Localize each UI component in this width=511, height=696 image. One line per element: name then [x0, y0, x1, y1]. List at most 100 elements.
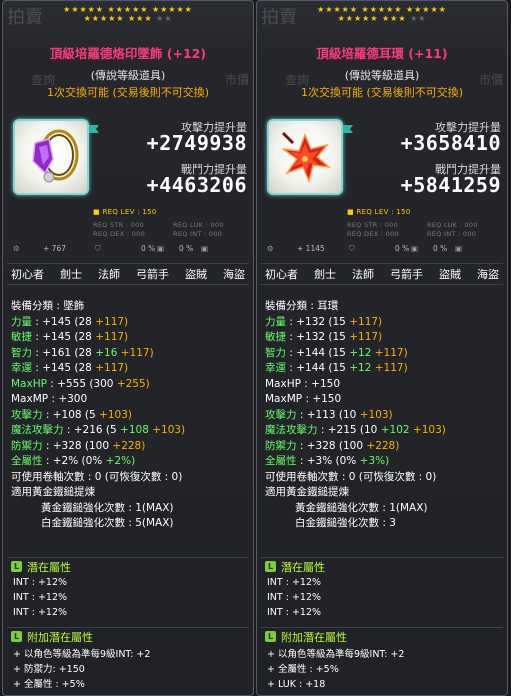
potential-lines: INT : +12% INT : +12% INT : +12% [13, 575, 249, 620]
stat-maxmp: MaxMP : +300 [11, 393, 88, 405]
stat-str: 力量 : +132 (15 +117) [265, 315, 383, 328]
pendant-icon [32, 129, 79, 183]
trade-info: 1次交換可能 (交易後則不可交換) [46, 86, 210, 99]
gold-hammer-count: 黃金鐵鎚強化次數 : 1(MAX) [41, 501, 174, 514]
stat-luk: 幸運 : +145 (28 +117) [11, 362, 129, 374]
job-pirate: 海盜 [223, 268, 245, 281]
job-mage: 法師 [352, 268, 374, 281]
bonus-potential-line: + 全屬性 : +5% [267, 664, 339, 675]
upgrade-slots: 可使用卷軸次數 : 0 (可恢復次數 : 0) [265, 470, 437, 483]
item-title: 頂級培羅德烙印墜飾 (+12) [49, 46, 207, 61]
mini-value-2: 0 % [395, 244, 410, 253]
white-hammer-count: 白金鐵鎚強化次數 : 5(MAX) [41, 517, 174, 529]
job-thief: 盜賊 [185, 268, 207, 281]
bonus-potential-header: L 附加潛在屬性 [7, 627, 249, 645]
earring-icon [281, 131, 332, 184]
gear-icon: ⚙ [267, 244, 274, 253]
bonus-potential-header: L 附加潛在屬性 [261, 627, 503, 645]
req-luk: REQ LUK : 000 [427, 221, 478, 229]
potential-header: L 潛在屬性 [7, 557, 249, 575]
stat-maxhp: MaxHP : +555 (300 +255) [11, 377, 150, 390]
job-warrior: 劍士 [314, 268, 336, 281]
potential-line: INT : +12% [13, 577, 68, 588]
mini-info-row: ⚙ + 1145 ⛉ 0 % ▣ 0 % ▣ [263, 241, 501, 257]
potential-line: INT : +12% [267, 577, 322, 588]
star-row-top: ★★★★★ ★★★★★ ★★★★★ [63, 5, 193, 14]
potential-line: INT : +12% [13, 592, 68, 603]
stat-maxmp: MaxMP : +150 [265, 393, 342, 405]
star-force-rating: ★★★★★ ★★★★★ ★★★★★ ★★★★★ ★★★ ★★ [3, 5, 253, 23]
req-level: ■ REQ LEV : 150 [347, 208, 411, 216]
mini-info-row: ⚙ + 767 ⛉ 0 % ▣ 0 % ▣ [9, 241, 247, 257]
upgrade-slots: 可使用卷軸次數 : 0 (可恢復次數 : 0) [11, 470, 183, 483]
job-warrior: 劍士 [60, 268, 82, 281]
slot-icon: ▣ [201, 244, 209, 253]
item-grade: (傳說等級道具) [90, 69, 166, 82]
legendary-potential-icon: L [265, 561, 276, 572]
star-row-top: ★★★★★ ★★★★★ ★★★★★ [317, 5, 447, 14]
star-row-bottom-empty: ★★ [410, 14, 427, 23]
stat-attack: 攻擊力 : +113 (10 +103) [265, 408, 393, 421]
job-beginner: 初心者 [11, 268, 44, 281]
item-icon-frame [13, 119, 89, 195]
bonus-potential-lines: + 以角色等級為準每9級INT: +2 + 防禦力: +150 + 全屬性 : … [13, 647, 249, 692]
potential-line: INT : +12% [13, 607, 68, 618]
attack-increase-value: +2749938 [146, 131, 247, 155]
req-str: REQ STR : 000 [347, 221, 399, 229]
bookmark-flag-icon [89, 125, 99, 133]
star-row-bottom-filled: ★★★★★ ★★★ [337, 14, 407, 23]
legendary-potential-icon: L [265, 631, 276, 642]
stat-all-stat: 全屬性 : +2% (0% +2%) [11, 455, 136, 467]
stat-defense: 防禦力 : +328 (100 +228) [11, 439, 146, 452]
stat-list: 裝備分類 : 墜飾 力量 : +145 (28 +117) 敏捷 : +145 … [11, 299, 249, 532]
stat-dex: 敏捷 : +132 (15 +117) [265, 331, 383, 343]
stat-int: 智力 : +144 (15 +12 +117) [265, 346, 408, 359]
job-beginner: 初心者 [265, 268, 298, 281]
req-luk: REQ LUK : 000 [173, 221, 224, 229]
req-int: REQ INT : 000 [173, 230, 223, 238]
slot-icon: ▣ [455, 244, 463, 253]
stat-list: 裝備分類 : 耳環 力量 : +132 (15 +117) 敏捷 : +132 … [265, 299, 503, 532]
attack-increase-value: +3658410 [400, 131, 501, 155]
white-hammer-count: 白金鐵鎚強化次數 : 3 [295, 517, 396, 529]
stat-magic-attack: 魔法攻擊力 : +215 (10 +102 +103) [265, 424, 446, 436]
stat-int: 智力 : +161 (28 +16 +117) [11, 346, 154, 359]
equip-category: 裝備分類 : 墜飾 [11, 300, 85, 312]
req-dex: REQ DEX : 000 [347, 230, 399, 238]
mini-value-2: 0 % [141, 244, 156, 253]
potential-lines: INT : +12% INT : +12% INT : +12% [267, 575, 503, 620]
stat-all-stat: 全屬性 : +3% (0% +3%) [265, 455, 390, 467]
item-tooltip-earring: 拍賣 查詢 市價 ★★★★★ ★★★★★ ★★★★★ ★★★★★ ★★★ ★★ … [256, 0, 508, 696]
mini-value-3: 0 % [433, 244, 448, 253]
stat-luk: 幸運 : +144 (15 +12 +117) [265, 362, 408, 374]
star-force-rating: ★★★★★ ★★★★★ ★★★★★ ★★★★★ ★★★ ★★ [257, 5, 507, 23]
req-dex: REQ DEX : 000 [93, 230, 145, 238]
shield-icon: ⛉ [95, 244, 101, 253]
potential-header: L 潛在屬性 [261, 557, 503, 575]
mini-value-3: 0 % [179, 244, 194, 253]
bonus-potential-line: + 防禦力: +150 [13, 664, 85, 675]
item-title: 頂級培羅德耳環 (+11) [316, 46, 448, 61]
shield-icon: ⛉ [349, 244, 355, 253]
bonus-potential-line: + LUK : +18 [267, 679, 326, 690]
legendary-potential-icon: L [11, 561, 22, 572]
stat-magic-attack: 魔法攻擊力 : +216 (5 +108 +103) [11, 424, 186, 436]
hammer-title: 適用黃金鐵鎚提煉 [265, 486, 349, 498]
job-restriction-row: 初心者 劍士 法師 弓箭手 盜賊 海盜 [7, 263, 249, 285]
bonus-potential-line: + 以角色等級為準每9級INT: +2 [13, 649, 151, 660]
req-level: ■ REQ LEV : 150 [93, 208, 157, 216]
bonus-potential-line: + 全屬性 : +5% [13, 679, 85, 690]
slot-icon: ▣ [411, 244, 419, 253]
potential-line: INT : +12% [267, 592, 322, 603]
item-grade: (傳說等級道具) [344, 69, 420, 82]
stat-dex: 敏捷 : +145 (28 +117) [11, 331, 129, 343]
job-thief: 盜賊 [439, 268, 461, 281]
job-restriction-row: 初心者 劍士 法師 弓箭手 盜賊 海盜 [261, 263, 503, 285]
job-bowman: 弓箭手 [390, 268, 423, 281]
bonus-potential-line: + 以角色等級為準每9級INT: +2 [267, 649, 405, 660]
mini-value-1: + 767 [43, 244, 66, 253]
stat-defense: 防禦力 : +328 (100 +228) [265, 439, 400, 452]
gold-hammer-count: 黃金鐵鎚強化次數 : 1(MAX) [295, 501, 428, 514]
legendary-potential-icon: L [11, 631, 22, 642]
potential-line: INT : +12% [267, 607, 322, 618]
